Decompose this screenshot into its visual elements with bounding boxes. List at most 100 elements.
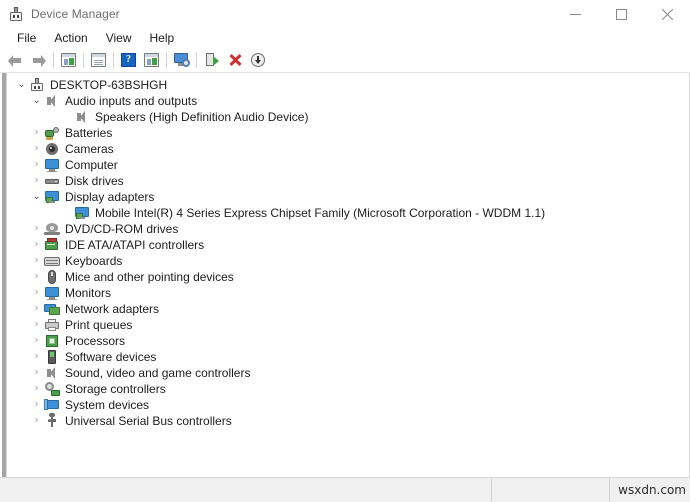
tree-item-network-adapters[interactable]: › Network adapters: [7, 301, 689, 317]
content-area: ⌄ DESKTOP-63BSHGH ⌄ Audio inputs and out…: [0, 73, 690, 477]
tree-item-storage-controllers[interactable]: › Storage controllers: [7, 381, 689, 397]
chevron-placeholder-icon: ›: [59, 109, 74, 125]
menu-bar: File Action View Help: [0, 28, 690, 48]
menu-item-file[interactable]: File: [8, 30, 45, 47]
display-adapter-icon: [44, 189, 60, 205]
chevron-right-icon[interactable]: ›: [29, 157, 44, 173]
speaker-icon: [74, 109, 90, 125]
tree-item-sound-video-and-game-controllers[interactable]: › Sound, video and game controllers: [7, 365, 689, 381]
tree-item-monitors[interactable]: › Monitors: [7, 285, 689, 301]
battery-icon: [44, 125, 60, 141]
device-tree[interactable]: ⌄ DESKTOP-63BSHGH ⌄ Audio inputs and out…: [6, 73, 690, 477]
tree-item-system-devices[interactable]: › System devices: [7, 397, 689, 413]
tree-item-keyboards[interactable]: › Keyboards: [7, 253, 689, 269]
monitor-icon: [44, 157, 60, 173]
uninstall-device-button[interactable]: [200, 49, 223, 71]
processor-icon: [44, 333, 60, 349]
tree-item-processors[interactable]: › Processors: [7, 333, 689, 349]
chevron-right-icon[interactable]: ›: [29, 221, 44, 237]
chevron-right-icon[interactable]: ›: [29, 301, 44, 317]
chevron-right-icon[interactable]: ›: [29, 173, 44, 189]
tree-item-cameras[interactable]: › Cameras: [7, 141, 689, 157]
tree-item-mice-and-other-pointing-devices[interactable]: › Mice and other pointing devices: [7, 269, 689, 285]
chevron-down-icon[interactable]: ⌄: [14, 77, 29, 93]
chevron-right-icon[interactable]: ›: [29, 237, 44, 253]
tree-item-disk-drives[interactable]: › Disk drives: [7, 173, 689, 189]
tree-item-software-devices[interactable]: › Software devices: [7, 349, 689, 365]
tree-item-computer[interactable]: › Computer: [7, 157, 689, 173]
tree-item-label: Universal Serial Bus controllers: [65, 414, 232, 428]
chevron-right-icon[interactable]: ›: [29, 413, 44, 429]
properties-window-icon: [61, 53, 76, 67]
display-adapter-icon: [74, 205, 90, 221]
status-bar-main-pane: [0, 478, 492, 502]
chevron-right-icon[interactable]: ›: [29, 285, 44, 301]
help-button[interactable]: ?: [117, 49, 140, 71]
back-arrow-icon: [8, 54, 23, 67]
download-circle-icon: [250, 53, 265, 67]
tree-item-dvd-cd-rom-drives[interactable]: › DVD/CD-ROM drives: [7, 221, 689, 237]
tree-item-universal-serial-bus-controllers[interactable]: › Universal Serial Bus controllers: [7, 413, 689, 429]
device-manager-window: Device Manager File Action View Help ? ⌄…: [0, 0, 690, 502]
properties-button[interactable]: [57, 49, 80, 71]
minimize-icon[interactable]: [552, 0, 598, 28]
tree-item-label: Sound, video and game controllers: [65, 366, 251, 380]
window-title: Device Manager: [31, 7, 120, 21]
chevron-right-icon[interactable]: ›: [29, 269, 44, 285]
install-legacy-button[interactable]: [246, 49, 269, 71]
scan-hardware-button[interactable]: [170, 49, 193, 71]
forward-button[interactable]: [27, 49, 50, 71]
forward-arrow-icon: [31, 54, 46, 67]
menu-item-view[interactable]: View: [97, 30, 141, 47]
close-icon[interactable]: [644, 0, 690, 28]
toolbar-separator: [83, 52, 84, 68]
show-hidden-button[interactable]: [140, 49, 163, 71]
chevron-down-icon[interactable]: ⌄: [29, 189, 44, 205]
usb-controller-icon: [44, 413, 60, 429]
tree-item-display-adapters[interactable]: ⌄ Display adapters: [7, 189, 689, 205]
toolbar-separator: [166, 52, 167, 68]
chevron-right-icon[interactable]: ›: [29, 141, 44, 157]
toolbar-separator: [53, 52, 54, 68]
monitor-icon: [44, 285, 60, 301]
disable-device-button[interactable]: [223, 49, 246, 71]
show-window-icon: [144, 53, 159, 67]
title-bar: Device Manager: [0, 0, 690, 28]
chevron-right-icon[interactable]: ›: [29, 317, 44, 333]
camera-icon: [44, 141, 60, 157]
back-button[interactable]: [4, 49, 27, 71]
tree-item-batteries[interactable]: › Batteries: [7, 125, 689, 141]
network-adapter-icon: [44, 301, 60, 317]
tree-item-mobile-intel-chipset[interactable]: › Mobile Intel(R) 4 Series Express Chips…: [7, 205, 689, 221]
tree-item-ide-ata-atapi-controllers[interactable]: › IDE ATA/ATAPI controllers: [7, 237, 689, 253]
printer-icon: [44, 317, 60, 333]
update-driver-button[interactable]: [87, 49, 110, 71]
tree-item-label: Mice and other pointing devices: [65, 270, 234, 284]
status-bar: wsxdn.com: [0, 477, 690, 502]
tree-item-audio-inputs-and-outputs[interactable]: ⌄ Audio inputs and outputs: [7, 93, 689, 109]
tree-item-label: Mobile Intel(R) 4 Series Express Chipset…: [95, 206, 546, 220]
keyboard-icon: [44, 253, 60, 269]
window-controls: [552, 0, 690, 28]
tree-item-label: Print queues: [65, 318, 133, 332]
uninstall-device-icon: [205, 53, 219, 67]
chevron-right-icon[interactable]: ›: [29, 333, 44, 349]
tree-item-label: Computer: [65, 158, 118, 172]
menu-item-action[interactable]: Action: [45, 30, 96, 47]
title-bar-left: Device Manager: [0, 7, 120, 21]
tree-item-print-queues[interactable]: › Print queues: [7, 317, 689, 333]
tree-item-speakers[interactable]: › Speakers (High Definition Audio Device…: [7, 109, 689, 125]
tree-item-label: DVD/CD-ROM drives: [65, 222, 179, 236]
chevron-down-icon[interactable]: ⌄: [29, 93, 44, 109]
chevron-right-icon[interactable]: ›: [29, 349, 44, 365]
tree-item-desktop[interactable]: ⌄ DESKTOP-63BSHGH: [7, 77, 689, 93]
menu-item-help[interactable]: Help: [141, 30, 184, 47]
dvd-drive-icon: [44, 221, 60, 237]
chevron-right-icon[interactable]: ›: [29, 397, 44, 413]
chevron-right-icon[interactable]: ›: [29, 253, 44, 269]
chevron-right-icon[interactable]: ›: [29, 125, 44, 141]
system-device-icon: [44, 397, 60, 413]
chevron-right-icon[interactable]: ›: [29, 381, 44, 397]
maximize-icon[interactable]: [598, 0, 644, 28]
chevron-right-icon[interactable]: ›: [29, 365, 44, 381]
